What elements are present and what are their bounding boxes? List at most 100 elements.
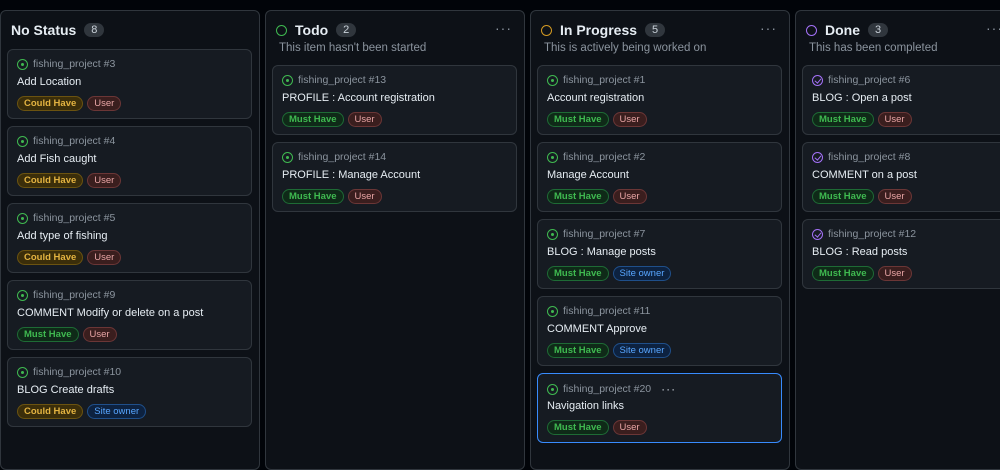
label-must[interactable]: Must Have [547,420,609,435]
label-must[interactable]: Must Have [547,266,609,281]
issue-card[interactable]: fishing_project #11 COMMENT Approve Must H… [537,296,782,366]
issue-card[interactable]: fishing_project #5 Add type of fishing Cou… [7,203,252,273]
card-meta: fishing_project #3 [17,58,115,70]
card-title[interactable]: Account registration [547,92,644,104]
label-user[interactable]: User [877,266,912,281]
label-user[interactable]: User [347,112,382,127]
label-list: Must Have User [282,112,382,127]
label-site[interactable]: Site owner [612,266,672,281]
issue-reference[interactable]: fishing_project #2 [563,151,645,163]
label-could[interactable]: Could Have [17,173,84,188]
label-list: Could Have User [17,173,122,188]
label-must[interactable]: Must Have [812,112,874,127]
issue-card[interactable]: fishing_project #4 Add Fish caught Could H… [7,126,252,196]
label-user[interactable]: User [612,189,647,204]
issue-reference[interactable]: fishing_project #8 [828,151,910,163]
issue-card[interactable]: fishing_project #9 COMMENT Modify or dele… [7,280,252,350]
column-title: Todo [295,22,329,38]
card-title[interactable]: Add type of fishing [17,230,108,242]
column-title-row: Done 3 [806,21,888,39]
label-user[interactable]: User [87,96,122,111]
issue-reference[interactable]: fishing_project #1 [563,74,645,86]
label-must[interactable]: Must Have [547,343,609,358]
card-meta: fishing_project #7 [547,228,645,240]
label-user[interactable]: User [87,173,122,188]
label-user[interactable]: User [82,327,117,342]
issue-reference[interactable]: fishing_project #3 [33,58,115,70]
card-title[interactable]: BLOG : Read posts [812,246,907,258]
issue-card[interactable]: fishing_project #7 BLOG : Manage posts Mus… [537,219,782,289]
column-count-badge: 3 [868,23,888,37]
issue-card[interactable]: fishing_project #10 BLOG Create drafts Cou… [7,357,252,427]
issue-card[interactable]: fishing_project #8 COMMENT on a post Must … [802,142,1000,212]
card-title[interactable]: PROFILE : Account registration [282,92,435,104]
column-title: Done [825,22,860,38]
more-horizontal-icon[interactable]: ··· [661,382,676,396]
card-title[interactable]: PROFILE : Manage Account [282,169,420,181]
label-user[interactable]: User [877,189,912,204]
more-horizontal-icon[interactable]: ··· [986,20,1000,36]
issue-reference[interactable]: fishing_project #20 [563,383,651,395]
label-user[interactable]: User [612,420,647,435]
card-meta: fishing_project #20 ··· [547,382,676,396]
card-title[interactable]: Add Location [17,76,81,88]
card-meta: fishing_project #9 [17,289,115,301]
status-ring-icon [541,24,552,36]
card-title[interactable]: COMMENT Approve [547,323,647,335]
column-title-row: Todo 2 [276,21,357,39]
issue-open-icon [17,58,28,70]
label-user[interactable]: User [612,112,647,127]
issue-card[interactable]: fishing_project #6 BLOG : Open a post Must… [802,65,1000,135]
card-meta: fishing_project #10 [17,366,121,378]
label-must[interactable]: Must Have [17,327,79,342]
label-must[interactable]: Must Have [812,189,874,204]
card-title[interactable]: BLOG : Open a post [812,92,912,104]
label-site[interactable]: Site owner [87,404,147,419]
label-site[interactable]: Site owner [612,343,672,358]
more-horizontal-icon[interactable]: ··· [760,20,777,36]
label-user[interactable]: User [347,189,382,204]
more-horizontal-icon[interactable]: ··· [495,20,512,36]
issue-reference[interactable]: fishing_project #5 [33,212,115,224]
issue-reference[interactable]: fishing_project #4 [33,135,115,147]
issue-reference[interactable]: fishing_project #11 [563,305,650,317]
card-title[interactable]: Navigation links [547,400,624,412]
label-user[interactable]: User [87,250,122,265]
label-list: Must Have User [547,420,647,435]
card-title[interactable]: Manage Account [547,169,629,181]
issue-reference[interactable]: fishing_project #7 [563,228,645,240]
label-could[interactable]: Could Have [17,404,84,419]
issue-card[interactable]: fishing_project #1 Account registration Mu… [537,65,782,135]
label-list: Must Have User [547,112,647,127]
issue-reference[interactable]: fishing_project #10 [33,366,121,378]
card-title[interactable]: BLOG Create drafts [17,384,114,396]
issue-reference[interactable]: fishing_project #14 [298,151,386,163]
card-title[interactable]: COMMENT on a post [812,169,917,181]
label-must[interactable]: Must Have [282,112,344,127]
issue-reference[interactable]: fishing_project #9 [33,289,115,301]
issue-reference[interactable]: fishing_project #12 [828,228,916,240]
label-could[interactable]: Could Have [17,250,84,265]
label-list: Must Have User [547,189,647,204]
issue-reference[interactable]: fishing_project #6 [828,74,910,86]
card-meta: fishing_project #2 [547,151,645,163]
label-must[interactable]: Must Have [812,266,874,281]
issue-open-icon [17,366,28,378]
issue-card[interactable]: fishing_project #14 PROFILE : Manage Acco… [272,142,517,212]
issue-card[interactable]: fishing_project #13 PROFILE : Account reg… [272,65,517,135]
issue-card[interactable]: fishing_project #3 Add Location Could Have… [7,49,252,119]
label-user[interactable]: User [877,112,912,127]
label-must[interactable]: Must Have [547,112,609,127]
card-title[interactable]: BLOG : Manage posts [547,246,656,258]
card-title[interactable]: Add Fish caught [17,153,97,165]
issue-card[interactable]: fishing_project #2 Manage Account Must Hav… [537,142,782,212]
label-list: Must Have User [282,189,382,204]
label-must[interactable]: Must Have [282,189,344,204]
issue-card[interactable]: fishing_project #12 BLOG : Read posts Must… [802,219,1000,289]
label-could[interactable]: Could Have [17,96,84,111]
card-title[interactable]: COMMENT Modify or delete on a post [17,307,203,319]
label-must[interactable]: Must Have [547,189,609,204]
issue-card[interactable]: fishing_project #20 ··· Navigation links Mu… [537,373,782,443]
column-description: This item hasn't been started [279,42,427,54]
issue-reference[interactable]: fishing_project #13 [298,74,386,86]
